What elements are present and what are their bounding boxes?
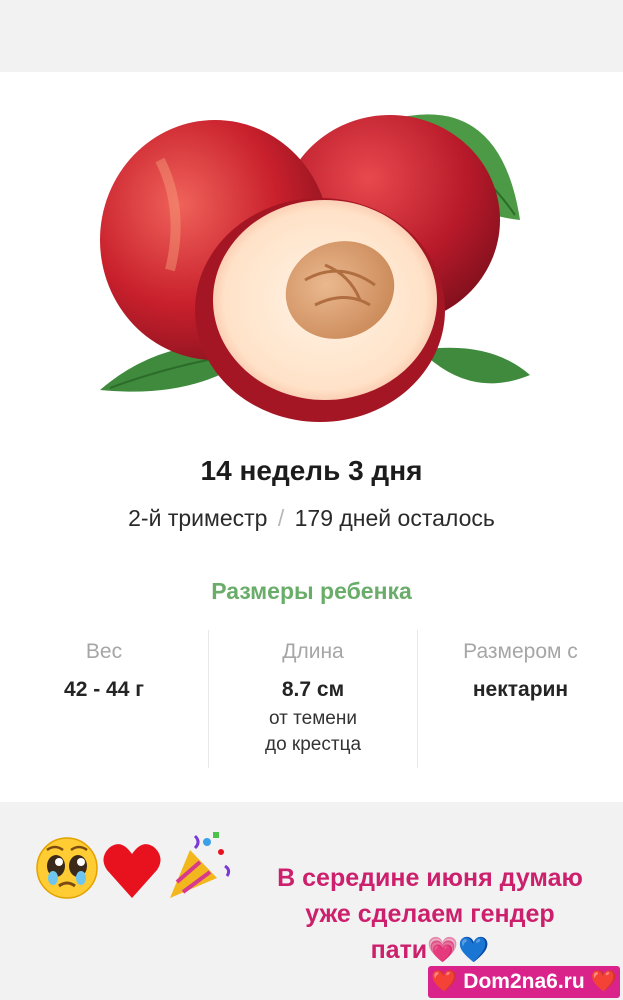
separator: / xyxy=(277,505,285,531)
story-caption: В середине июня думаю уже сделаем гендер… xyxy=(240,860,620,968)
stat-weight: Вес 42 - 44 г xyxy=(0,630,208,702)
watermark: ❤️ Dom2na6.ru ❤️ xyxy=(428,966,620,998)
caption-line: пати💗💙 xyxy=(370,936,490,964)
party-popper-icon xyxy=(170,832,231,898)
stat-value: 8.7 см xyxy=(281,678,345,701)
stat-note-line: до крестца xyxy=(264,734,362,755)
days-left-label: 179 дней осталось xyxy=(294,505,495,531)
baby-size-stats: Вес 42 - 44 г Длина 8.7 см от темени до … xyxy=(0,630,623,770)
trimester-label: 2-й триместр xyxy=(128,505,268,531)
pleading-face-icon xyxy=(36,837,98,899)
section-title: Размеры ребенка xyxy=(211,578,412,604)
stat-label: Длина xyxy=(282,640,344,663)
stat-value: 42 - 44 г xyxy=(64,678,144,701)
week-title: 14 недель 3 дня xyxy=(200,455,423,486)
stat-length: Длина 8.7 см от темени до крестца xyxy=(208,630,418,768)
stat-size-comparison: Размером с нектарин xyxy=(418,630,623,702)
stat-value: нектарин xyxy=(472,678,569,701)
trimester-info: 2-й триместр / 179 дней осталось xyxy=(0,505,623,532)
emoji-sticker xyxy=(36,832,231,899)
stat-label: Размером с xyxy=(463,640,578,663)
stat-note: от темени до крестца xyxy=(209,706,417,758)
red-heart-icon xyxy=(103,844,161,898)
caption-line: уже сделаем гендер xyxy=(305,900,555,928)
caption-line: В середине июня думаю xyxy=(277,864,583,892)
stat-note-line: от темени xyxy=(269,708,357,729)
nectarine-image xyxy=(100,114,530,422)
stat-label: Вес xyxy=(85,640,123,663)
